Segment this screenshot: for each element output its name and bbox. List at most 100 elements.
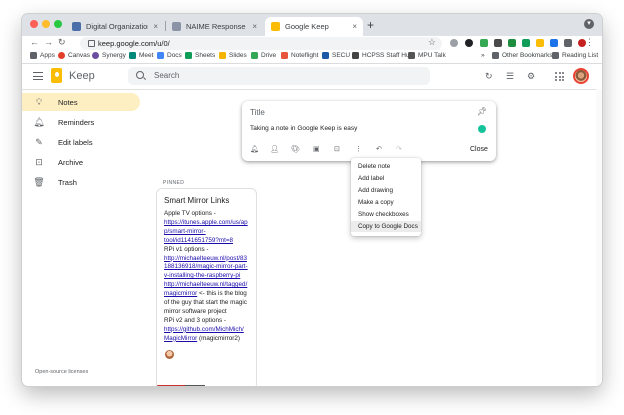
note-link[interactable]: magicmirror [164,290,197,297]
menu-item-make-a-copy[interactable]: Make a copy [351,197,421,208]
bookmarks-overflow-icon[interactable]: » [481,52,485,59]
main-menu-icon[interactable] [33,72,43,83]
bookmark-star-icon[interactable]: ☆ [428,37,436,48]
menu-item-add-label[interactable]: Add label [351,173,421,184]
other-bookmarks[interactable]: Other Bookmarks [492,52,553,59]
minimize-window-button[interactable] [42,20,50,28]
trash-icon: 🗑︎ [33,176,45,187]
extension-icon[interactable] [564,39,572,47]
hcpss-icon [352,52,359,59]
list-view-icon[interactable]: ☰ [506,71,514,82]
menu-item-delete-note[interactable]: Delete note [351,161,421,172]
image-icon[interactable]: ▣ [313,145,320,153]
note-link[interactable]: p/smart-mirror- [164,228,252,237]
pinned-section-label: PINNED [163,180,185,186]
reminder-icon[interactable]: 🔔︎ [250,145,259,153]
sidebar-item-edit-labels[interactable]: ✎ Edit labels [22,133,140,151]
collaborator-icon[interactable]: 👤︎ [270,145,279,153]
extension-icon[interactable] [465,39,473,47]
bookmark-apps[interactable]: Apps [30,52,55,59]
palette-icon[interactable]: 🎨︎ [291,145,300,153]
tab-naime-response[interactable]: NAIME Response to New CDC × [166,17,263,36]
grammarly-icon[interactable] [478,125,486,133]
extension-icon[interactable] [550,39,558,47]
page-scrollbar[interactable] [596,89,602,386]
note-link[interactable]: v-installing-the-raspberry-pi [164,272,252,281]
extension-icon[interactable] [450,39,458,47]
note-link[interactable]: http://michaelteeuw.nl/post/83 [164,255,252,264]
forward-arrow-icon[interactable]: → [44,37,53,47]
menu-item-show-checkboxes[interactable]: Show checkboxes [351,209,421,220]
redo-icon[interactable]: ↷ [396,145,402,153]
note-link[interactable]: http://michaelteeuw.nl/tagged/ [164,281,252,290]
google-apps-icon[interactable] [555,72,564,81]
tab-close-icon[interactable]: × [153,22,158,31]
sidebar-item-notes[interactable]: 💡︎ Notes [22,93,140,111]
back-arrow-icon[interactable]: ← [30,37,39,47]
archive-icon: ⊡ [35,156,43,167]
account-avatar[interactable] [573,68,589,84]
new-tab-button[interactable]: + [367,18,374,32]
bookmark-sheets[interactable]: Sheets [185,52,215,59]
note-card[interactable]: Smart Mirror Links Apple TV options - htt… [156,188,257,386]
address-bar[interactable]: keep.google.com/u/0/ ☆ [80,37,442,50]
folder-icon [492,52,499,59]
bookmark-secu[interactable]: SECU [322,52,350,59]
bookmark-mpu-talk[interactable]: MPU Talk [408,52,446,59]
extension-icon[interactable] [480,39,488,47]
close-window-button[interactable] [30,20,38,28]
note-link[interactable]: tool/id1141651759?mt=8 [164,237,252,246]
tab-digital-organization[interactable]: Digital Organization Tools for × [66,17,164,36]
search-input[interactable]: Search [154,71,179,80]
note-text: <- this is the blog [197,290,247,298]
note-link[interactable]: https://github.com/MichMich/ [164,326,252,335]
bookmark-noteflight[interactable]: Noteflight [281,52,318,59]
note-image-strip [157,385,185,386]
search-bar[interactable]: Search [128,67,430,85]
search-icon[interactable] [136,71,144,79]
menu-item-add-drawing[interactable]: Add drawing [351,185,421,196]
bookmark-canvas[interactable]: Canvas [58,52,90,59]
settings-gear-icon[interactable]: ⚙ [527,71,535,82]
maximize-window-button[interactable] [54,20,62,28]
note-text: RPi v2 and 3 options - [164,316,226,324]
bookmark-hcpss-staff-hub[interactable]: HCPSS Staff Hub [352,52,413,59]
extension-icon[interactable] [508,39,516,47]
bookmark-drive[interactable]: Drive [251,52,276,59]
note-title-input[interactable]: Title [250,108,265,117]
bookmark-slides[interactable]: Slides [219,52,247,59]
note-line-link[interactable]: magicmirror <- this is the blog [164,290,252,299]
close-button[interactable]: Close [470,146,488,153]
note-text: RPi v1 options - [164,245,209,253]
reading-list-icon [552,52,559,59]
bookmark-docs[interactable]: Docs [157,52,182,59]
noteflight-icon [281,52,288,59]
note-link[interactable]: 188136918/magic-mirror-part- [164,263,252,272]
tab-google-keep[interactable]: Google Keep × [265,17,363,36]
tab-search-icon[interactable]: ▾ [584,19,594,29]
menu-item-copy-to-google-docs[interactable]: Copy to Google Docs [351,221,421,232]
note-link[interactable]: https://itunes.apple.com/us/ap [164,219,252,228]
note-line-link[interactable]: MagicMirror (magicmirror2) [164,335,252,344]
refresh-icon[interactable]: ↻ [485,71,493,82]
sidebar-item-archive[interactable]: ⊡ Archive [22,153,140,171]
archive-icon[interactable]: ⊡ [334,145,340,153]
sidebar-item-reminders[interactable]: 🔔︎ Reminders [22,113,140,131]
sidebar-item-trash[interactable]: 🗑︎ Trash [22,173,140,191]
note-body-input[interactable]: Taking a note in Google Keep is easy [250,125,357,132]
undo-icon[interactable]: ↶ [376,145,382,153]
more-options-icon[interactable]: ⋮ [355,145,362,153]
browser-menu-icon[interactable]: ⋮ [585,37,594,48]
tab-close-icon[interactable]: × [252,22,257,31]
tab-close-icon[interactable]: × [352,22,357,31]
note-link[interactable]: MagicMirror [164,335,197,342]
extension-icon[interactable] [494,39,502,47]
pin-icon[interactable]: 📌︎ [477,107,487,116]
open-source-licenses-link[interactable]: Open-source licenses [35,369,88,375]
reading-list[interactable]: Reading List [552,52,598,59]
bookmark-synergy[interactable]: Synergy [92,52,126,59]
bookmark-meet[interactable]: Meet [129,52,153,59]
extension-icon[interactable] [522,39,530,47]
reload-icon[interactable]: ↻ [58,37,66,48]
extension-icon[interactable] [536,39,544,47]
